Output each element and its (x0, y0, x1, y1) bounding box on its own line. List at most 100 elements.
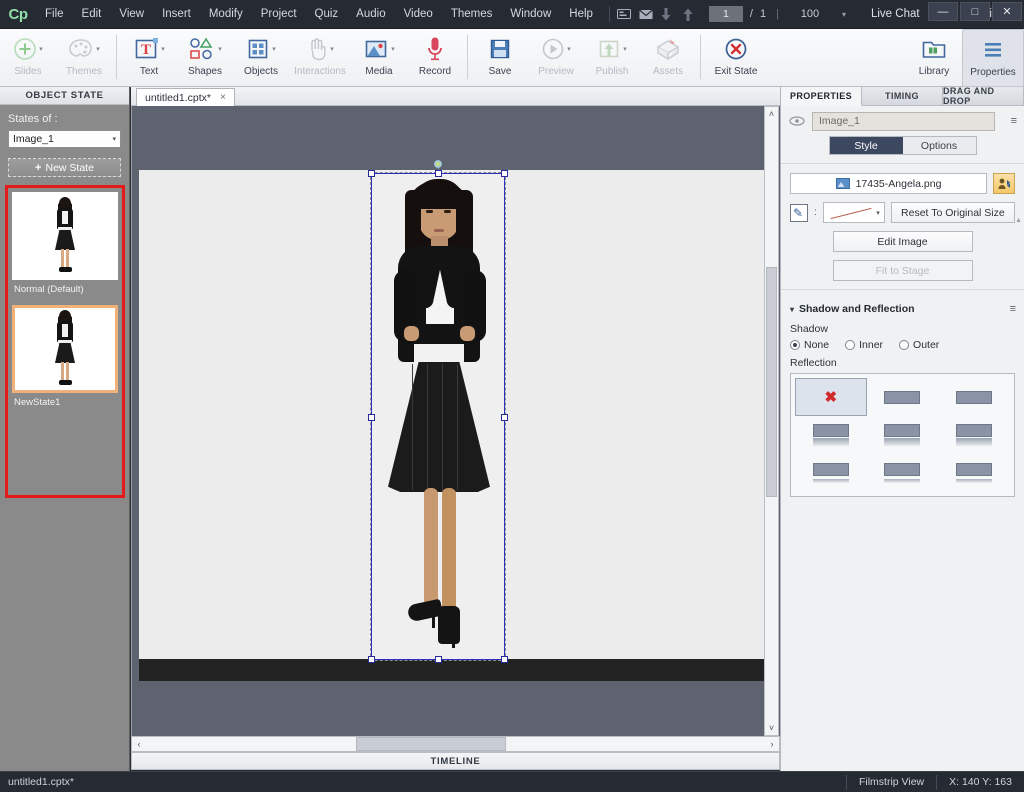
states-object-dropdown[interactable]: Image_1 ▾ (8, 130, 121, 148)
mail-icon[interactable] (639, 9, 661, 20)
menu-file[interactable]: File (36, 0, 73, 29)
ribbon-assets-button[interactable]: Assets (640, 29, 696, 87)
rotate-handle[interactable] (434, 160, 442, 168)
reflection-option-2[interactable] (867, 378, 939, 416)
menu-quiz[interactable]: Quiz (306, 0, 348, 29)
chevron-down-icon[interactable]: ▾ (330, 45, 334, 53)
edit-image-button[interactable]: Edit Image (832, 231, 973, 252)
tab-drag-and-drop[interactable]: DRAG AND DROP (943, 86, 1024, 106)
menu-audio[interactable]: Audio (347, 0, 394, 29)
panel-menu-icon[interactable]: ≡ (1002, 115, 1017, 127)
scroll-down-icon[interactable]: ˅ (765, 721, 778, 735)
segment-style[interactable]: Style (829, 137, 903, 154)
image-file-field[interactable]: 17435-Angela.png (790, 173, 987, 194)
chevron-down-icon[interactable]: ▾ (161, 45, 165, 53)
new-state-button[interactable]: + New State (8, 158, 121, 177)
reflection-option-5[interactable] (867, 416, 939, 454)
chevron-down-icon[interactable]: ▾ (39, 45, 43, 53)
ribbon-slides-button[interactable]: ▾ Slides (0, 29, 56, 87)
panel-collapse-caret-icon[interactable]: ▲ (1015, 217, 1022, 224)
download-arrow-icon[interactable] (661, 7, 683, 21)
selected-image-object[interactable] (368, 160, 508, 663)
eye-icon[interactable] (789, 116, 805, 126)
ribbon-objects-button[interactable]: ▾ Objects (233, 29, 289, 87)
tab-timing[interactable]: TIMING (862, 87, 943, 106)
menu-themes[interactable]: Themes (442, 0, 502, 29)
reflection-option-none[interactable]: ✖ (795, 378, 867, 416)
segment-options[interactable]: Options (903, 137, 976, 154)
zoom-input[interactable]: 100 (789, 8, 831, 20)
maximize-button[interactable]: □ (960, 2, 990, 21)
live-chat-link[interactable]: Live Chat (857, 8, 934, 20)
reflection-option-8[interactable] (867, 454, 939, 492)
chevron-down-icon[interactable]: ▾ (272, 45, 276, 53)
reset-to-original-size-button[interactable]: Reset To Original Size (890, 202, 1015, 223)
reflection-option-4[interactable] (795, 416, 867, 454)
chevron-down-icon[interactable]: ▾ (567, 45, 571, 53)
menu-insert[interactable]: Insert (153, 0, 200, 29)
scroll-thumb-horizontal[interactable] (356, 737, 506, 751)
section-menu-icon[interactable]: ≡ (1001, 303, 1016, 315)
resize-handle-e[interactable] (501, 414, 508, 421)
stroke-style-dropdown[interactable]: ▾ (822, 202, 885, 223)
menu-project[interactable]: Project (252, 0, 306, 29)
zoom-dropdown-caret[interactable]: ▾ (831, 10, 857, 19)
upload-arrow-icon[interactable] (683, 8, 705, 21)
triangle-down-icon[interactable]: ▾ (790, 305, 794, 314)
stroke-picker-icon[interactable] (790, 203, 808, 222)
resize-handle-sw[interactable] (368, 656, 375, 663)
shadow-option-inner[interactable]: Inner (845, 339, 883, 351)
ribbon-interactions-button[interactable]: ▾ Interactions (289, 29, 351, 87)
screen-icon[interactable] (616, 8, 639, 20)
scroll-right-icon[interactable]: › (765, 739, 779, 749)
reflection-option-9[interactable] (938, 454, 1010, 492)
ribbon-publish-button[interactable]: ▾ Publish (584, 29, 640, 87)
close-button[interactable]: ✕ (992, 2, 1022, 21)
reflection-option-6[interactable] (938, 416, 1010, 454)
menu-window[interactable]: Window (501, 0, 560, 29)
chevron-down-icon[interactable]: ▾ (218, 45, 222, 53)
ribbon-themes-button[interactable]: ▾ Themes (56, 29, 112, 87)
ribbon-record-button[interactable]: Record (407, 29, 463, 87)
tab-properties[interactable]: PROPERTIES (781, 87, 862, 106)
reflection-option-7[interactable] (795, 454, 867, 492)
reflection-option-3[interactable] (938, 378, 1010, 416)
resize-handle-w[interactable] (368, 414, 375, 421)
menu-video[interactable]: Video (395, 0, 442, 29)
close-icon[interactable]: × (220, 92, 226, 103)
ribbon-text-button[interactable]: T ▾ Text (121, 29, 177, 87)
resize-handle-n[interactable] (435, 170, 442, 177)
stage-horizontal-scrollbar[interactable]: ‹ › (131, 736, 780, 752)
swap-image-icon[interactable] (993, 173, 1015, 194)
menu-view[interactable]: View (110, 0, 153, 29)
chevron-down-icon[interactable]: ▾ (96, 45, 100, 53)
ribbon-library-button[interactable]: Library (906, 29, 962, 87)
filmstrip-view-button[interactable]: Filmstrip View (845, 774, 936, 790)
shadow-option-outer[interactable]: Outer (899, 339, 939, 351)
menu-edit[interactable]: Edit (73, 0, 111, 29)
slide-number-input[interactable]: 1 (708, 6, 743, 22)
menu-modify[interactable]: Modify (200, 0, 252, 29)
ribbon-exit-state-button[interactable]: Exit State (705, 29, 767, 87)
minimize-button[interactable]: — (928, 2, 958, 21)
ribbon-media-button[interactable]: ▾ Media (351, 29, 407, 87)
ribbon-shapes-button[interactable]: ▾ Shapes (177, 29, 233, 87)
state-item-normal[interactable]: Normal (Default) (12, 192, 118, 301)
timeline-panel-header[interactable]: TIMELINE (131, 752, 780, 770)
resize-handle-se[interactable] (501, 656, 508, 663)
chevron-down-icon[interactable]: ▾ (876, 209, 880, 217)
chevron-down-icon[interactable]: ▾ (623, 45, 627, 53)
resize-handle-s[interactable] (435, 656, 442, 663)
resize-handle-nw[interactable] (368, 170, 375, 177)
chevron-down-icon[interactable]: ▾ (112, 135, 116, 143)
scroll-thumb-vertical[interactable] (766, 267, 777, 497)
state-item-newstate1[interactable]: NewState1 (12, 305, 118, 414)
stage-vertical-scrollbar[interactable]: ˄ ˅ (764, 106, 779, 736)
object-name-input[interactable]: Image_1 (812, 111, 995, 131)
ribbon-properties-button[interactable]: Properties (962, 29, 1024, 87)
scroll-track-horizontal[interactable] (146, 737, 765, 751)
scroll-left-icon[interactable]: ‹ (132, 739, 146, 749)
scroll-up-icon[interactable]: ˄ (765, 107, 778, 121)
menu-help[interactable]: Help (560, 0, 602, 29)
shadow-and-reflection-section-header[interactable]: ▾ Shadow and Reflection ≡ (781, 299, 1024, 319)
